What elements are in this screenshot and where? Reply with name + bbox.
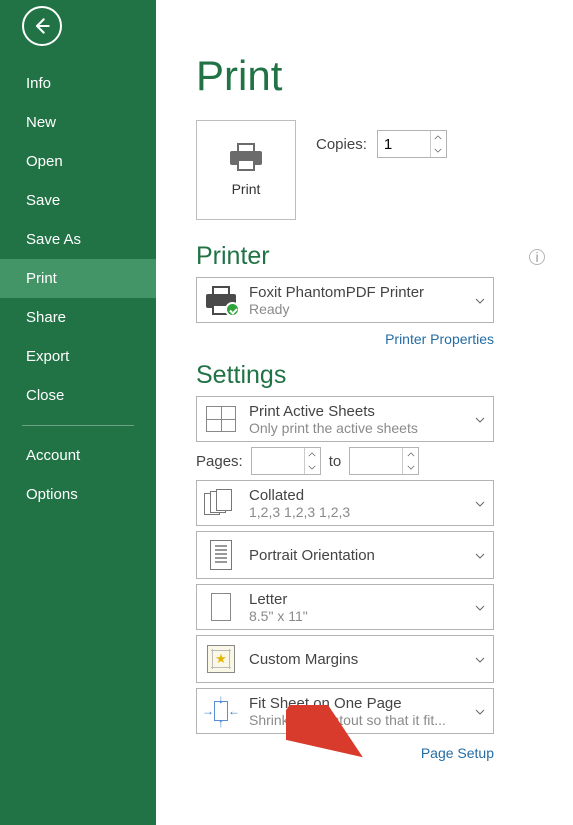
fit-sheet-icon: ↓↑→← bbox=[204, 695, 238, 727]
page-setup-link[interactable]: Page Setup bbox=[196, 745, 494, 761]
printer-icon bbox=[228, 143, 264, 171]
pages-to[interactable] bbox=[349, 447, 419, 475]
chevron-down-icon bbox=[475, 494, 487, 512]
printer-name: Foxit PhantomPDF Printer bbox=[249, 284, 465, 301]
copies-up[interactable] bbox=[431, 131, 446, 144]
nav-new[interactable]: New bbox=[0, 103, 156, 142]
pages-to-up[interactable] bbox=[403, 448, 418, 461]
nav-divider bbox=[22, 425, 134, 426]
print-button-label: Print bbox=[232, 181, 261, 197]
collate-selector[interactable]: Collated 1,2,3 1,2,3 1,2,3 bbox=[196, 480, 494, 526]
chevron-down-icon bbox=[475, 598, 487, 616]
backstage-sidebar: Info New Open Save Save As Print Share E… bbox=[0, 0, 156, 825]
nav-close[interactable]: Close bbox=[0, 376, 156, 415]
printer-ready-icon bbox=[204, 285, 238, 315]
portrait-icon bbox=[210, 540, 232, 570]
margins-icon: ★ bbox=[207, 645, 235, 673]
nav-account[interactable]: Account bbox=[0, 436, 156, 475]
printer-selector[interactable]: Foxit PhantomPDF Printer Ready bbox=[196, 277, 494, 323]
nav-export[interactable]: Export bbox=[0, 337, 156, 376]
printer-heading: Printer bbox=[196, 242, 270, 271]
copies-down[interactable] bbox=[431, 144, 446, 157]
pages-from-up[interactable] bbox=[305, 448, 320, 461]
nav-open[interactable]: Open bbox=[0, 142, 156, 181]
nav-save-as[interactable]: Save As bbox=[0, 220, 156, 259]
pages-to-label: to bbox=[329, 453, 342, 470]
printer-status: Ready bbox=[249, 301, 465, 317]
pages-from-down[interactable] bbox=[305, 461, 320, 474]
collated-icon bbox=[204, 489, 238, 517]
nav-print[interactable]: Print bbox=[0, 259, 156, 298]
nav-options[interactable]: Options bbox=[0, 475, 156, 514]
orientation-selector[interactable]: Portrait Orientation bbox=[196, 531, 494, 579]
paper-size-selector[interactable]: Letter 8.5" x 11" bbox=[196, 584, 494, 630]
chevron-down-icon bbox=[475, 650, 487, 668]
scaling-selector[interactable]: ↓↑→← Fit Sheet on One Page Shrink the pr… bbox=[196, 688, 494, 734]
pages-from-input[interactable] bbox=[252, 448, 304, 474]
copies-input[interactable] bbox=[378, 131, 430, 157]
active-sheets-icon bbox=[206, 406, 236, 432]
settings-heading: Settings bbox=[196, 361, 286, 390]
chevron-down-icon bbox=[475, 702, 487, 720]
nav-save[interactable]: Save bbox=[0, 181, 156, 220]
print-panel: Print Print Copies: Pr bbox=[156, 0, 573, 825]
margins-selector[interactable]: ★ Custom Margins bbox=[196, 635, 494, 683]
pages-to-down[interactable] bbox=[403, 461, 418, 474]
print-what-selector[interactable]: Print Active Sheets Only print the activ… bbox=[196, 396, 494, 442]
print-button[interactable]: Print bbox=[196, 120, 296, 220]
pages-label: Pages: bbox=[196, 453, 243, 470]
info-icon[interactable]: i bbox=[529, 249, 545, 265]
chevron-down-icon bbox=[475, 291, 487, 309]
pages-from[interactable] bbox=[251, 447, 321, 475]
back-button[interactable] bbox=[22, 6, 62, 46]
nav-share[interactable]: Share bbox=[0, 298, 156, 337]
nav-info[interactable]: Info bbox=[0, 64, 156, 103]
pages-to-input[interactable] bbox=[350, 448, 402, 474]
page-title: Print bbox=[196, 52, 545, 100]
chevron-down-icon bbox=[475, 546, 487, 564]
copies-spinner[interactable] bbox=[377, 130, 447, 158]
copies-label: Copies: bbox=[316, 136, 367, 153]
arrow-left-icon bbox=[32, 16, 52, 36]
letter-icon bbox=[211, 593, 231, 621]
printer-properties-link[interactable]: Printer Properties bbox=[196, 331, 494, 347]
chevron-down-icon bbox=[475, 410, 487, 428]
